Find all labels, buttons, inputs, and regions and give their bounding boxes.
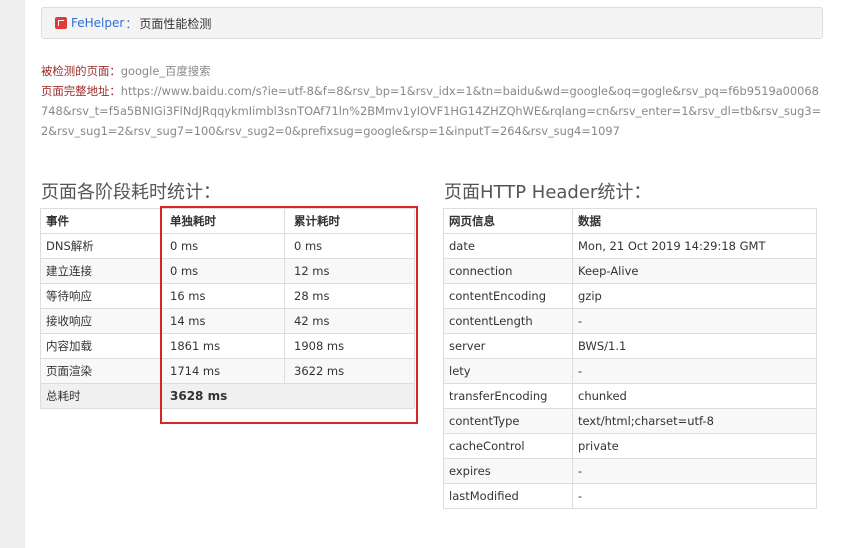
col-header-name: 网页信息 [443, 208, 573, 234]
col-event: 事件 [40, 208, 161, 234]
cumulative-time: 0 ms [284, 233, 415, 259]
header-value: - [572, 358, 817, 384]
header-value: - [572, 458, 817, 484]
cumulative-time: 3622 ms [284, 358, 415, 384]
event-name: 等待响应 [40, 283, 161, 309]
header-value: - [572, 308, 817, 334]
table-row: 等待响应 16 ms 28 ms [40, 283, 415, 309]
event-name: 建立连接 [40, 258, 161, 284]
table-row: transferEncoding chunked [443, 383, 817, 409]
header-name: cacheControl [443, 433, 573, 459]
header-name: contentEncoding [443, 283, 573, 309]
single-time: 0 ms [160, 233, 285, 259]
page-name-row: 被检测的页面：google_百度搜索 [41, 61, 826, 81]
table-row: lety - [443, 358, 817, 384]
total-row: 总耗时 3628 ms [40, 383, 415, 409]
cumulative-time: 28 ms [284, 283, 415, 309]
table-row: connection Keep-Alive [443, 258, 817, 284]
table-row: date Mon, 21 Oct 2019 14:29:18 GMT [443, 233, 817, 259]
header-value: private [572, 433, 817, 459]
single-time: 16 ms [160, 283, 285, 309]
header-section-title: 页面HTTP Header统计： [444, 182, 652, 203]
table-row: lastModified - [443, 483, 817, 509]
header-name: lety [443, 358, 573, 384]
page-name-value: google_百度搜索 [120, 64, 211, 78]
table-row: contentType text/html;charset=utf-8 [443, 408, 817, 434]
col-single-time: 单独耗时 [160, 208, 285, 234]
event-name: 内容加载 [40, 333, 161, 359]
page-url-value: https://www.baidu.com/s?ie=utf-8&f=8&rsv… [41, 84, 822, 138]
timing-header-row: 事件 单独耗时 累计耗时 [40, 208, 415, 234]
timing-section-title: 页面各阶段耗时统计： [41, 182, 221, 203]
header-name: connection [443, 258, 573, 284]
cumulative-time: 1908 ms [284, 333, 415, 359]
single-time: 0 ms [160, 258, 285, 284]
single-time: 1714 ms [160, 358, 285, 384]
table-row: 内容加载 1861 ms 1908 ms [40, 333, 415, 359]
header-bar: FeHelper ： 页面性能检测 [41, 7, 823, 39]
brand-link[interactable]: FeHelper [71, 16, 124, 30]
table-row: contentLength - [443, 308, 817, 334]
col-header-value: 数据 [572, 208, 817, 234]
header-value: Keep-Alive [572, 258, 817, 284]
total-value: 3628 ms [160, 383, 415, 409]
single-time: 14 ms [160, 308, 285, 334]
header-name: date [443, 233, 573, 259]
timing-table: 事件 单独耗时 累计耗时 DNS解析 0 ms 0 ms 建立连接 0 ms 1… [40, 208, 415, 409]
header-name: contentLength [443, 308, 573, 334]
header-value: chunked [572, 383, 817, 409]
page-info: 被检测的页面：google_百度搜索 页面完整地址：https://www.ba… [41, 61, 826, 141]
table-row: expires - [443, 458, 817, 484]
cumulative-time: 42 ms [284, 308, 415, 334]
header-name: transferEncoding [443, 383, 573, 409]
table-row: server BWS/1.1 [443, 333, 817, 359]
brand-separator: ： [125, 16, 138, 31]
table-row: DNS解析 0 ms 0 ms [40, 233, 415, 259]
page-url-label: 页面完整地址： [41, 84, 121, 98]
header-value: text/html;charset=utf-8 [572, 408, 817, 434]
header-name: contentType [443, 408, 573, 434]
tool-title: 页面性能检测 [139, 16, 212, 31]
event-name: DNS解析 [40, 233, 161, 259]
http-header-table: 网页信息 数据 date Mon, 21 Oct 2019 14:29:18 GM… [443, 208, 817, 509]
col-cumulative-time: 累计耗时 [284, 208, 415, 234]
header-value: - [572, 483, 817, 509]
page-url-row: 页面完整地址：https://www.baidu.com/s?ie=utf-8&… [41, 81, 826, 141]
fehelper-logo-icon [55, 17, 67, 29]
event-name: 页面渲染 [40, 358, 161, 384]
header-name: expires [443, 458, 573, 484]
table-row: contentEncoding gzip [443, 283, 817, 309]
table-row: cacheControl private [443, 433, 817, 459]
page-name-label: 被检测的页面： [41, 64, 121, 78]
total-label: 总耗时 [40, 383, 161, 409]
cumulative-time: 12 ms [284, 258, 415, 284]
header-value: gzip [572, 283, 817, 309]
header-table-header-row: 网页信息 数据 [443, 208, 817, 234]
header-value: BWS/1.1 [572, 333, 817, 359]
table-row: 建立连接 0 ms 12 ms [40, 258, 415, 284]
event-name: 接收响应 [40, 308, 161, 334]
header-name: server [443, 333, 573, 359]
table-row: 页面渲染 1714 ms 3622 ms [40, 358, 415, 384]
header-name: lastModified [443, 483, 573, 509]
table-row: 接收响应 14 ms 42 ms [40, 308, 415, 334]
single-time: 1861 ms [160, 333, 285, 359]
header-value: Mon, 21 Oct 2019 14:29:18 GMT [572, 233, 817, 259]
